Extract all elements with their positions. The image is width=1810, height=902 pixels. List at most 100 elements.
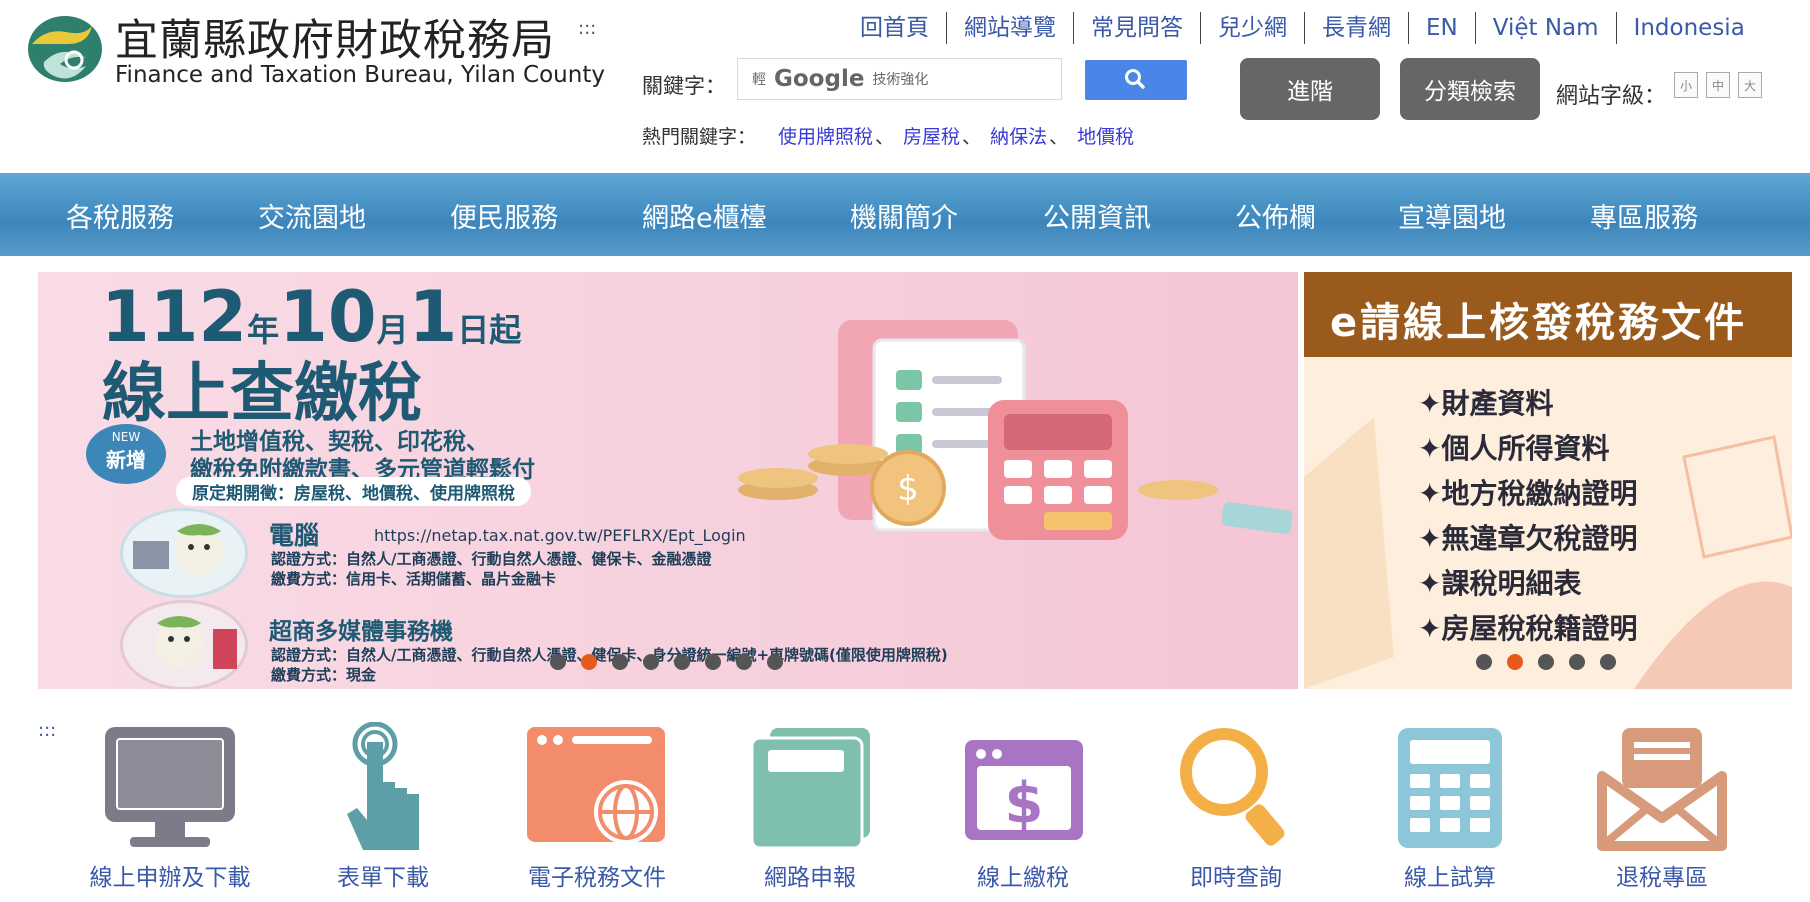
side-banner-slide[interactable]: e請線上核發稅務文件 ✦財產資料 ✦個人所得資料 ✦地方稅繳納證明 ✦無違章欠稅… xyxy=(1304,272,1792,689)
banner-pc-url: https://netap.tax.nat.gov.tw/PEFLRX/Ept_… xyxy=(374,526,746,545)
carousel-dot[interactable] xyxy=(767,654,783,670)
hot-keyword-separator: 、 xyxy=(875,126,895,148)
toplink-vietnamese[interactable]: Việt Nam xyxy=(1474,12,1616,44)
hot-keyword-link[interactable]: 房屋稅 xyxy=(903,126,960,148)
fontsize-small-button[interactable]: 小 xyxy=(1674,72,1698,98)
search-button[interactable] xyxy=(1085,60,1187,100)
google-prefix: 輕 xyxy=(752,72,766,88)
service-label: 電子稅務文件 xyxy=(528,865,666,891)
banner-kiosk-pay: 繳費方式：現金 xyxy=(271,666,377,684)
nav-e-counter[interactable]: 網路e櫃檯 xyxy=(642,196,767,235)
banner-regular-line: 原定期開徵：房屋稅、地價稅、使用牌照稅 xyxy=(176,477,531,506)
side-banner-dots xyxy=(1476,654,1616,670)
toplink-home[interactable]: 回首頁 xyxy=(848,12,946,44)
main-banner-slide[interactable]: 112年10月1日起 線上查繳稅 NEW 新增 土地增值稅、契稅、印花稅、 繳稅… xyxy=(38,272,1298,689)
touch-hand-icon xyxy=(347,722,419,850)
service-online-application[interactable]: 線上申辦及下載 xyxy=(75,722,265,902)
category-search-button[interactable]: 分類檢索 xyxy=(1400,58,1540,120)
monitor-icon xyxy=(105,727,235,847)
carousel-dot[interactable] xyxy=(674,654,690,670)
banner-pc-auth: 認證方式：自然人/工商憑證、行動自然人憑證、健保卡、金融憑證 xyxy=(271,550,712,568)
calculator-icon xyxy=(1398,728,1502,848)
carousel-dot[interactable] xyxy=(612,654,628,670)
nav-public-info[interactable]: 公開資訊 xyxy=(1043,196,1151,235)
service-instant-query[interactable]: 即時查詢 xyxy=(1141,722,1331,902)
service-label: 網路申報 xyxy=(764,865,856,891)
banner-illustration: $ xyxy=(738,320,1293,540)
toplink-faq[interactable]: 常見問答 xyxy=(1073,12,1200,44)
carousel-dot[interactable] xyxy=(736,654,752,670)
side-banner-list: ✦財產資料 ✦個人所得資料 ✦地方稅繳納證明 ✦無違章欠稅證明 ✦課稅明細表 ✦… xyxy=(1418,382,1637,652)
carousel-dot[interactable] xyxy=(1569,654,1585,670)
toplink-english[interactable]: EN xyxy=(1408,12,1475,44)
hot-keyword-separator: 、 xyxy=(1049,126,1069,148)
sparkle-icon: ✦ xyxy=(1418,567,1442,600)
service-e-tax-documents[interactable]: 電子稅務文件 xyxy=(502,722,692,902)
search-input[interactable]: 輕 Google 技術強化 xyxy=(737,58,1062,100)
service-online-calculation[interactable]: 線上試算 xyxy=(1355,722,1545,902)
carousel-dot[interactable] xyxy=(550,654,566,670)
service-label: 線上申辦及下載 xyxy=(89,865,251,891)
toplink-indonesian[interactable]: Indonesia xyxy=(1615,12,1762,44)
hot-keyword-link[interactable]: 地價稅 xyxy=(1077,126,1134,148)
hot-keyword-link[interactable]: 使用牌照稅 xyxy=(778,126,873,148)
nav-about[interactable]: 機關簡介 xyxy=(850,196,958,235)
side-banner-title: e請線上核發稅務文件 xyxy=(1330,300,1748,346)
accesskey-content[interactable]: ::: xyxy=(38,720,56,741)
sparkle-icon: ✦ xyxy=(1418,432,1442,465)
search-icon xyxy=(1125,69,1145,89)
carousel-dot[interactable] xyxy=(1600,654,1616,670)
toplink-kids[interactable]: 兒少網 xyxy=(1200,12,1304,44)
nav-special[interactable]: 專區服務 xyxy=(1590,196,1698,235)
service-label: 線上繳稅 xyxy=(977,865,1069,891)
site-logo[interactable] xyxy=(26,14,104,84)
service-tax-refund[interactable]: 退稅專區 xyxy=(1567,722,1757,902)
svg-text:$: $ xyxy=(1005,771,1044,836)
accesskey-top[interactable]: ::: xyxy=(578,18,596,39)
nav-promotion[interactable]: 宣導園地 xyxy=(1398,196,1506,235)
banner-pc-pay: 繳費方式：信用卡、活期儲蓄、晶片金融卡 xyxy=(271,570,557,588)
service-label: 即時查詢 xyxy=(1190,865,1282,891)
nav-bulletin[interactable]: 公佈欄 xyxy=(1235,196,1316,235)
fontsize-label: 網站字級： xyxy=(1556,84,1667,109)
envelope-icon xyxy=(1597,728,1727,851)
service-label: 退稅專區 xyxy=(1616,865,1708,891)
google-word: Google xyxy=(774,66,865,92)
carousel-dot-active[interactable] xyxy=(1507,654,1523,670)
sparkle-icon: ✦ xyxy=(1418,612,1442,645)
hot-keyword-separator: 、 xyxy=(962,126,982,148)
fontsize-large-button[interactable]: 大 xyxy=(1738,72,1762,98)
banner-headline: 線上查繳稅 xyxy=(102,357,422,431)
magnifier-icon xyxy=(1180,728,1285,846)
mascot-computer-image xyxy=(120,508,248,598)
hot-keywords-label: 熱門關鍵字： xyxy=(642,126,757,148)
nav-tax-services[interactable]: 各稅服務 xyxy=(66,196,174,235)
service-form-download[interactable]: 表單下載 xyxy=(288,722,478,902)
svg-text:$: $ xyxy=(897,469,919,509)
nav-forum[interactable]: 交流園地 xyxy=(258,196,366,235)
carousel-dot[interactable] xyxy=(643,654,659,670)
web-globe-icon xyxy=(527,727,665,844)
carousel-dot[interactable] xyxy=(1476,654,1492,670)
carousel-dot-active[interactable] xyxy=(581,654,597,670)
carousel-dot[interactable] xyxy=(1538,654,1554,670)
service-online-payment[interactable]: $ 線上繳稅 xyxy=(928,722,1118,902)
service-label: 線上試算 xyxy=(1404,865,1496,891)
top-links: 回首頁 網站導覽 常見問答 兒少網 長青網 EN Việt Nam Indone… xyxy=(848,12,1762,44)
side-banner-item: ✦財產資料 xyxy=(1418,387,1554,420)
banner-kiosk-title: 超商多媒體事務機 xyxy=(269,619,453,645)
service-label: 表單下載 xyxy=(337,865,429,891)
toplink-sitemap[interactable]: 網站導覽 xyxy=(946,12,1073,44)
service-online-filing[interactable]: 網路申報 xyxy=(715,722,905,902)
sparkle-icon: ✦ xyxy=(1418,522,1442,555)
carousel-dot[interactable] xyxy=(705,654,721,670)
banner-pc-title: 電腦 xyxy=(269,521,320,550)
hot-keyword-link[interactable]: 納保法 xyxy=(990,126,1047,148)
main-nav: 各稅服務 交流園地 便民服務 網路e櫃檯 機關簡介 公開資訊 公佈欄 宣導園地 … xyxy=(0,173,1810,256)
toplink-seniors[interactable]: 長青網 xyxy=(1304,12,1408,44)
side-banner-item: ✦房屋稅稅籍證明 xyxy=(1418,612,1638,645)
advanced-search-button[interactable]: 進階 xyxy=(1240,58,1380,120)
google-suffix: 技術強化 xyxy=(872,72,929,88)
fontsize-medium-button[interactable]: 中 xyxy=(1706,72,1730,98)
nav-public-services[interactable]: 便民服務 xyxy=(450,196,558,235)
